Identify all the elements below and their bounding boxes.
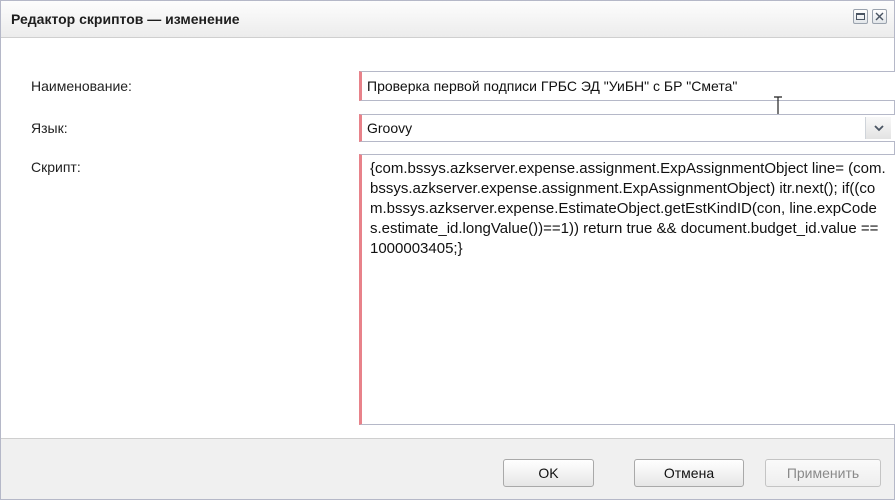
chevron-down-icon[interactable] [865,117,891,139]
close-icon[interactable] [872,9,887,24]
dialog-footer: OK Отмена Применить [1,439,894,499]
script-editor-dialog: Редактор скриптов — изменение Наименован… [0,0,895,500]
maximize-icon[interactable] [853,9,868,24]
cancel-button[interactable]: Отмена [634,459,744,487]
language-value: Groovy [367,120,413,136]
dialog-title: Редактор скриптов — изменение [11,11,240,27]
apply-button[interactable]: Применить [765,459,881,487]
language-label: Язык: [31,120,68,136]
name-label: Наименование: [31,78,132,94]
language-select[interactable]: Groovy [359,114,895,142]
ok-button[interactable]: OK [503,459,594,487]
name-field[interactable]: Проверка первой подписи ГРБС ЭД "УиБН" с… [359,71,895,101]
script-textarea[interactable]: {com.bssys.azkserver.expense.assignment.… [359,154,895,425]
form-body: Наименование: Проверка первой подписи ГР… [1,38,895,439]
dialog-titlebar[interactable]: Редактор скриптов — изменение [1,1,894,38]
script-label: Скрипт: [31,159,81,175]
